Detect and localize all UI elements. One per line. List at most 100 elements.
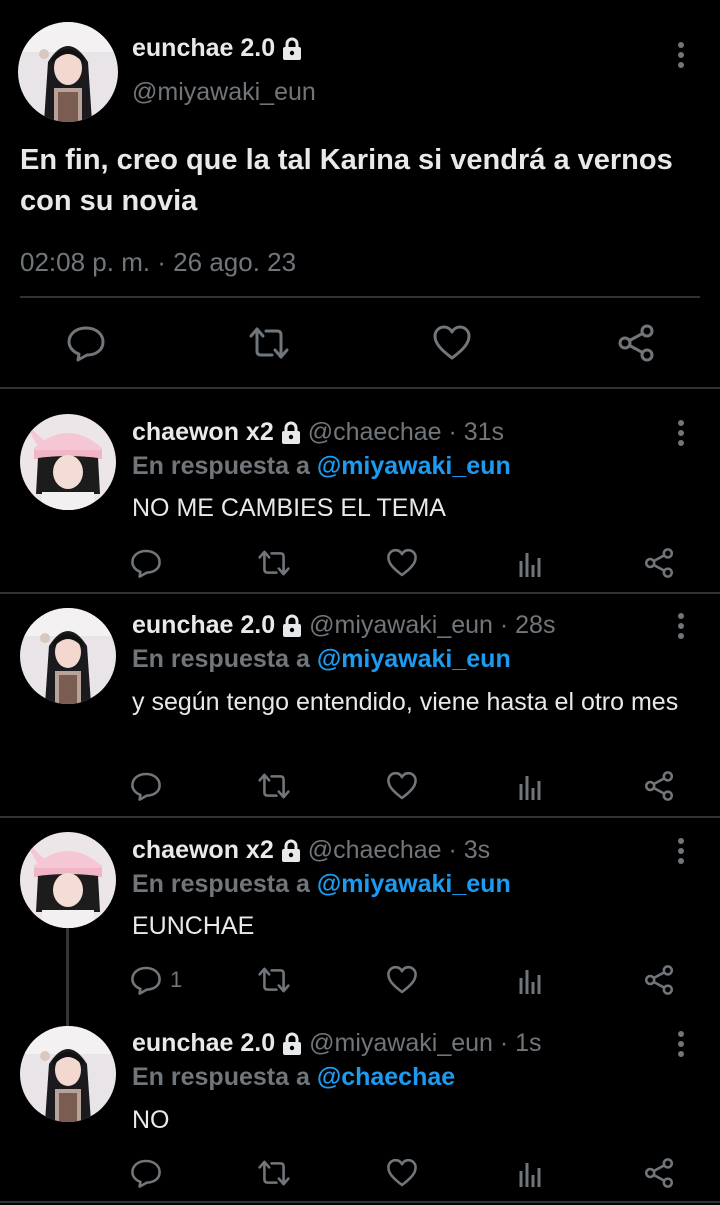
divider (0, 387, 720, 389)
like-button[interactable] (386, 766, 418, 806)
tweet-text: NO ME CAMBIES EL TEMA (132, 494, 446, 522)
avatar[interactable] (20, 608, 116, 704)
reply-button[interactable] (130, 543, 170, 583)
lock-icon (281, 37, 303, 61)
reply-to-link[interactable]: @miyawaki_eun (317, 870, 511, 898)
reply-prefix: En respuesta a (132, 645, 310, 673)
more-options-icon[interactable] (669, 836, 693, 866)
divider (0, 816, 720, 818)
divider (20, 296, 700, 298)
share-button[interactable] (643, 1153, 675, 1193)
retweet-icon (247, 323, 291, 363)
reply-icon (130, 1157, 162, 1189)
author-handle[interactable]: @miyawaki_eun · 1s (309, 1029, 541, 1058)
reply-header: eunchae 2.0 @miyawaki_eun · 28s (132, 611, 555, 640)
reply-prefix: En respuesta a (132, 452, 310, 480)
like-button[interactable] (386, 543, 418, 583)
views-button[interactable] (517, 960, 545, 1000)
reply-prefix: En respuesta a (132, 1063, 310, 1091)
author-name[interactable]: eunchae 2.0 (132, 611, 275, 640)
tweet-text: NO (132, 1106, 170, 1134)
reply-icon (130, 770, 162, 802)
reply-context: En respuesta a @miyawaki_eun (132, 870, 511, 899)
thread-connector (66, 928, 69, 1028)
reply-header: chaewon x2 @chaechae · 3s (132, 836, 490, 865)
lock-icon (280, 421, 302, 445)
retweet-button[interactable] (256, 960, 292, 1000)
more-options-icon[interactable] (669, 1029, 693, 1059)
more-options-icon[interactable] (669, 418, 693, 448)
views-icon (517, 1157, 545, 1189)
heart-icon (386, 547, 418, 579)
like-button[interactable] (386, 960, 418, 1000)
reply-to-link[interactable]: @chaechae (317, 1063, 455, 1091)
divider (0, 1201, 720, 1203)
author-name[interactable]: eunchae 2.0 (132, 1029, 275, 1058)
retweet-button[interactable] (256, 1153, 292, 1193)
like-button[interactable] (430, 321, 474, 365)
author-handle[interactable]: @chaechae · 31s (308, 418, 504, 447)
reply-to-link[interactable]: @miyawaki_eun (317, 645, 511, 673)
share-icon (643, 1157, 675, 1189)
reply-context: En respuesta a @chaechae (132, 1063, 455, 1092)
author-name[interactable]: chaewon x2 (132, 836, 274, 865)
retweet-icon (256, 1157, 292, 1189)
share-button[interactable] (643, 766, 675, 806)
tweet-timestamp[interactable]: 02:08 p. m. · 26 ago. 23 (20, 247, 296, 278)
views-icon (517, 770, 545, 802)
retweet-icon (256, 770, 292, 802)
share-icon (616, 323, 656, 363)
reply-header: chaewon x2 @chaechae · 31s (132, 418, 504, 447)
reply-context: En respuesta a @miyawaki_eun (132, 645, 511, 674)
tweet-text: En fin, creo que la tal Karina si vendrá… (20, 144, 673, 217)
divider (0, 592, 720, 594)
reply-prefix: En respuesta a (132, 870, 310, 898)
reply-header: eunchae 2.0 @miyawaki_eun · 1s (132, 1029, 542, 1058)
reply-count: 1 (170, 967, 183, 992)
views-icon (517, 964, 545, 996)
reply-button[interactable] (130, 1153, 170, 1193)
avatar[interactable] (20, 1026, 116, 1122)
reply-icon (66, 323, 106, 363)
heart-icon (386, 770, 418, 802)
tweet-text: EUNCHAE (132, 912, 255, 940)
views-button[interactable] (517, 1153, 545, 1193)
reply-button[interactable] (64, 321, 108, 365)
retweet-button[interactable] (247, 321, 291, 365)
reply-context: En respuesta a @miyawaki_eun (132, 452, 511, 481)
share-button[interactable] (643, 543, 675, 583)
more-options-icon[interactable] (669, 611, 693, 641)
like-button[interactable] (386, 1153, 418, 1193)
author-name[interactable]: chaewon x2 (132, 418, 274, 447)
share-icon (643, 964, 675, 996)
retweet-button[interactable] (256, 543, 292, 583)
author-handle[interactable]: @miyawaki_eun (132, 78, 316, 107)
avatar[interactable] (18, 22, 118, 122)
share-button[interactable] (614, 321, 658, 365)
retweet-button[interactable] (256, 766, 292, 806)
lock-icon (281, 1032, 303, 1056)
author-handle[interactable]: @miyawaki_eun · 28s (309, 611, 555, 640)
heart-icon (386, 964, 418, 996)
share-button[interactable] (643, 960, 675, 1000)
tweet-text: y según tengo entendido, viene hasta el … (132, 688, 679, 716)
reply-icon (130, 547, 162, 579)
author-name[interactable]: eunchae 2.0 (132, 34, 303, 63)
views-button[interactable] (517, 766, 545, 806)
avatar[interactable] (20, 832, 116, 928)
reply-button[interactable] (130, 766, 170, 806)
share-icon (643, 547, 675, 579)
heart-icon (432, 323, 472, 363)
reply-icon (130, 964, 162, 996)
views-button[interactable] (517, 543, 545, 583)
reply-to-link[interactable]: @miyawaki_eun (317, 452, 511, 480)
retweet-icon (256, 547, 292, 579)
more-options-icon[interactable] (669, 40, 693, 70)
reply-button[interactable]: 1 (130, 960, 182, 1000)
author-name-text: eunchae 2.0 (132, 34, 276, 62)
author-handle[interactable]: @chaechae · 3s (308, 836, 490, 865)
avatar[interactable] (20, 414, 116, 510)
views-icon (517, 547, 545, 579)
lock-icon (281, 614, 303, 638)
lock-icon (280, 839, 302, 863)
